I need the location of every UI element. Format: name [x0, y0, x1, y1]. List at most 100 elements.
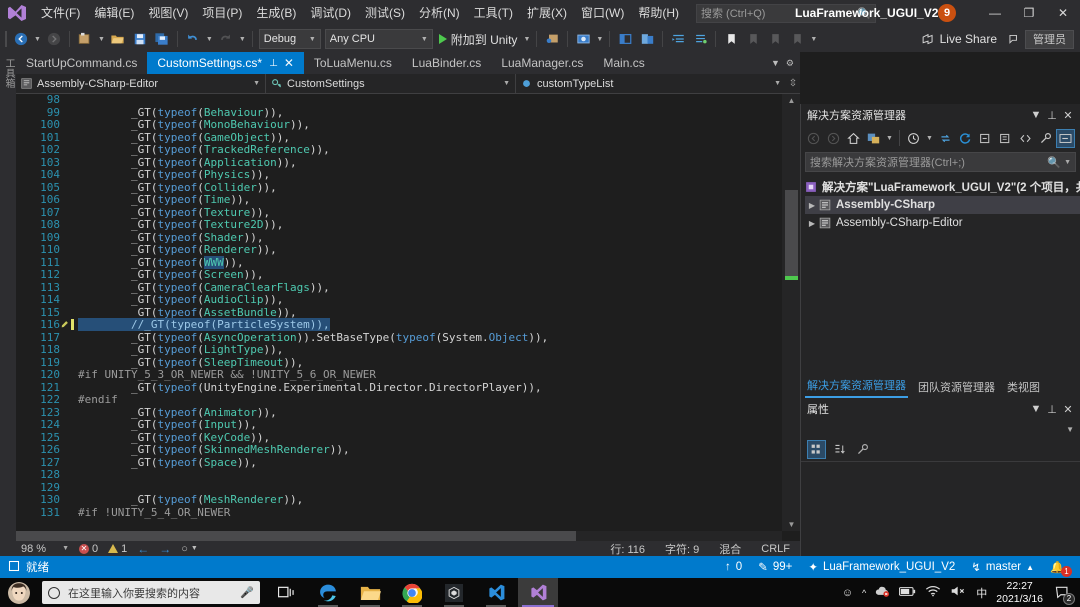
tab-list-dropdown-icon[interactable]: ▼ — [771, 58, 780, 68]
properties-button[interactable] — [1036, 129, 1055, 148]
issue-filter-button[interactable]: ○▼ — [176, 541, 203, 556]
code-line[interactable]: 131#if !UNITY_5_4_OR_NEWER — [16, 507, 548, 520]
close-tab-icon[interactable]: ✕ — [284, 56, 294, 70]
wifi-icon[interactable] — [925, 585, 941, 600]
glyph-margin[interactable] — [60, 269, 78, 282]
glyph-margin[interactable] — [60, 107, 78, 120]
expander-icon[interactable]: ▶ — [805, 219, 819, 228]
tray-expand-chevron-icon[interactable]: ^ — [862, 588, 866, 598]
taskbar-task-view-button[interactable] — [266, 578, 306, 607]
view-code-button[interactable] — [1016, 129, 1035, 148]
glyph-margin[interactable] — [60, 144, 78, 157]
glyph-margin[interactable] — [60, 332, 78, 345]
onedrive-alert-icon[interactable] — [875, 585, 890, 601]
zoom-level-combo[interactable]: 98 % ▼ — [16, 541, 74, 556]
properties-page-button[interactable] — [853, 440, 872, 459]
solution-root-node[interactable]: 解决方案"LuaFramework_UGUI_V2"(2 个项目，共 2 个) — [805, 178, 1080, 196]
taskbar-clock[interactable]: 22:27 2021/3/16 — [996, 580, 1043, 604]
editor-tab-customsettings[interactable]: CustomSettings.cs* ⊥ ✕ — [147, 52, 304, 74]
glyph-margin[interactable] — [60, 94, 78, 107]
taskbar-unity-button[interactable] — [434, 578, 474, 607]
glyph-margin[interactable] — [60, 319, 78, 332]
glyph-margin[interactable] — [60, 257, 78, 270]
glyph-margin[interactable] — [60, 219, 78, 232]
glyph-margin[interactable] — [60, 494, 78, 507]
pane-dropdown-icon[interactable]: ▼ — [1028, 403, 1044, 415]
editor-horizontal-scrollbar[interactable] — [16, 531, 782, 541]
menu-build[interactable]: 生成(B) — [249, 0, 303, 26]
pin-pane-icon[interactable]: ⊥ — [1044, 403, 1060, 416]
live-visual-tree-button[interactable] — [541, 28, 563, 50]
glyph-margin[interactable] — [60, 507, 78, 520]
switch-views-dropdown-icon[interactable]: ▼ — [884, 135, 895, 142]
solution-platform-combo[interactable]: Any CPU ▼ — [325, 29, 433, 49]
split-editor-handle[interactable]: ⇳ — [786, 78, 800, 89]
pending-changes-filter-button[interactable] — [904, 129, 923, 148]
taskbar-vscode-button[interactable] — [476, 578, 516, 607]
properties-object-combo[interactable]: ▼ — [801, 420, 1080, 438]
scroll-up-arrow-icon[interactable]: ▲ — [785, 94, 798, 107]
repository-indicator[interactable]: ✦ LuaFramework_UGUI_V2 — [808, 560, 955, 574]
live-share-button[interactable]: Live Share — [915, 28, 1003, 50]
code-viewport[interactable]: 98 99 _GT(typeof(Behaviour)),100 _GT(typ… — [16, 94, 782, 531]
taskbar-visual-studio-button[interactable] — [518, 578, 558, 607]
minimize-button[interactable]: — — [978, 0, 1012, 26]
glyph-margin[interactable] — [60, 132, 78, 145]
split-window-button[interactable] — [636, 28, 658, 50]
pane-dropdown-icon[interactable]: ▼ — [1028, 109, 1044, 121]
navigate-backward-button[interactable] — [10, 28, 32, 50]
glyph-margin[interactable] — [60, 157, 78, 170]
clear-bookmarks-button[interactable] — [786, 28, 808, 50]
menu-help[interactable]: 帮助(H) — [631, 0, 686, 26]
menu-extensions[interactable]: 扩展(X) — [520, 0, 574, 26]
project-node-assembly-csharp-editor[interactable]: ▶ Assembly-CSharp-Editor — [805, 214, 1080, 232]
menu-project[interactable]: 项目(P) — [195, 0, 249, 26]
tab-settings-gear-icon[interactable]: ⚙ — [786, 58, 794, 69]
solution-configuration-combo[interactable]: Debug ▼ — [259, 29, 321, 49]
pane-tab-team-explorer[interactable]: 团队资源管理器 — [916, 377, 997, 398]
editor-tab-luamanager[interactable]: LuaManager.cs — [491, 52, 593, 74]
pin-tab-icon[interactable]: ⊥ — [269, 58, 278, 69]
collapse-all-button[interactable] — [976, 129, 995, 148]
previous-issue-button[interactable]: ← — [132, 541, 154, 556]
close-pane-icon[interactable]: ✕ — [1060, 403, 1076, 416]
outgoing-commits[interactable]: ↑ 0 — [725, 561, 742, 573]
glyph-margin[interactable] — [60, 407, 78, 420]
expander-icon[interactable]: ▶ — [805, 201, 819, 210]
glyph-margin[interactable] — [60, 469, 78, 482]
glyph-margin[interactable] — [60, 457, 78, 470]
notifications-button[interactable]: 🔔 1 — [1050, 559, 1070, 575]
microphone-icon[interactable]: 🎤 — [240, 586, 254, 599]
glyph-margin[interactable] — [60, 244, 78, 257]
sync-with-active-document-button[interactable] — [936, 129, 955, 148]
branch-indicator[interactable]: ↯ master ▲ — [971, 560, 1034, 574]
start-button[interactable] — [0, 578, 38, 607]
glyph-margin[interactable] — [60, 169, 78, 182]
glyph-margin[interactable] — [60, 194, 78, 207]
glyph-margin[interactable] — [60, 444, 78, 457]
close-pane-icon[interactable]: ✕ — [1060, 109, 1076, 122]
code-text[interactable] — [78, 469, 548, 482]
action-center-button[interactable]: 2 — [1052, 582, 1074, 604]
battery-icon[interactable] — [899, 586, 916, 600]
menu-debug[interactable]: 调试(D) — [303, 0, 358, 26]
glyph-margin[interactable] — [60, 119, 78, 132]
editor-vertical-scrollbar[interactable]: ▲ ▼ — [782, 94, 800, 531]
navbar-member-combo[interactable]: customTypeList ▼ — [516, 74, 786, 94]
save-button[interactable] — [129, 28, 151, 50]
maximize-button[interactable]: ❐ — [1012, 0, 1046, 26]
pane-tab-class-view[interactable]: 类视图 — [1005, 377, 1042, 398]
glyph-margin[interactable] — [60, 344, 78, 357]
feedback-button[interactable] — [1003, 28, 1025, 50]
code-line[interactable]: 127 _GT(typeof(Space)), — [16, 457, 548, 470]
home-button[interactable] — [844, 129, 863, 148]
comment-button[interactable] — [689, 28, 711, 50]
categorized-view-button[interactable] — [807, 440, 826, 459]
switch-views-button[interactable] — [864, 129, 883, 148]
taskbar-edge-button[interactable] — [308, 578, 348, 607]
undo-button[interactable] — [182, 28, 204, 50]
glyph-margin[interactable] — [60, 382, 78, 395]
preview-selected-items-button[interactable] — [1056, 129, 1075, 148]
code-text[interactable]: _GT(typeof(Space)), — [78, 457, 548, 470]
show-all-files-button[interactable] — [996, 129, 1015, 148]
